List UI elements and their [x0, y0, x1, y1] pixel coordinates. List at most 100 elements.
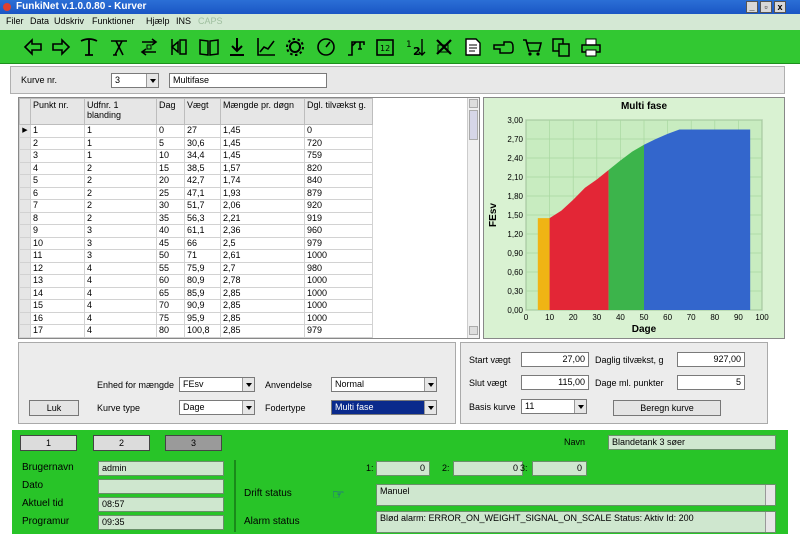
pointer-icon[interactable] [492, 36, 514, 58]
table-row[interactable]: 13 4 60 80,9 2,78 1000 [19, 274, 373, 288]
curve-number-select[interactable]: 3 [111, 73, 159, 88]
table-cell[interactable]: 2,85 [220, 336, 305, 338]
close-button[interactable]: x [774, 1, 786, 13]
table-cell[interactable]: 4 [84, 274, 157, 288]
row-indicator[interactable] [19, 224, 31, 238]
table-cell[interactable]: 10 [156, 149, 185, 163]
table-row[interactable]: ▶ 1 1 0 27 1,45 0 [19, 124, 373, 138]
table-row[interactable]: 4 2 15 38,5 1,57 820 [19, 161, 373, 175]
table-cell[interactable]: 30,6 [184, 136, 221, 150]
table-row[interactable]: 3 1 10 34,4 1,45 759 [19, 149, 373, 163]
table-row[interactable]: 14 4 65 85,9 2,85 1000 [19, 286, 373, 300]
table-cell[interactable]: 105,8 [184, 336, 221, 338]
arrow-right-icon[interactable] [50, 36, 72, 58]
table-row[interactable]: 12 4 55 75,9 2,7 980 [19, 261, 373, 275]
table-row[interactable]: 7 2 30 51,7 2,06 920 [19, 199, 373, 213]
row-indicator[interactable] [19, 161, 31, 175]
kurvetype-select[interactable]: Dage [179, 400, 255, 415]
table-cell[interactable]: 40 [156, 224, 185, 238]
table-cell[interactable]: 71 [184, 249, 221, 263]
luk-button[interactable]: Luk [29, 400, 79, 416]
table-cell[interactable]: 2 [84, 174, 157, 188]
row-indicator[interactable] [19, 299, 31, 313]
table-cell[interactable]: 11 [30, 249, 85, 263]
table-cell[interactable]: 2,85 [220, 286, 305, 300]
table-cell[interactable]: 1,93 [220, 186, 305, 200]
cart-icon[interactable] [521, 36, 543, 58]
menu-funktioner[interactable]: Funktioner [92, 16, 135, 26]
download-icon[interactable] [226, 36, 248, 58]
table-cell[interactable]: 759 [304, 149, 373, 163]
row-indicator[interactable] [19, 136, 31, 150]
tab-2[interactable]: 2 [93, 435, 150, 451]
basis-kurve-select[interactable]: 11 [521, 399, 587, 414]
table-cell[interactable]: 1000 [304, 311, 373, 325]
chevron-down-icon[interactable] [146, 74, 158, 87]
anvendelse-select[interactable]: Normal [331, 377, 437, 392]
table-cell[interactable]: 8 [30, 211, 85, 225]
table-cell[interactable]: 2,61 [220, 249, 305, 263]
table-row[interactable]: 8 2 35 56,3 2,21 919 [19, 211, 373, 225]
table-cell[interactable]: 1 [84, 136, 157, 150]
row-indicator[interactable] [19, 274, 31, 288]
scroll-thumb[interactable] [469, 110, 478, 140]
dage-ml-punkter-input[interactable]: 5 [677, 375, 745, 390]
col-header-tilvaekst[interactable]: Dgl. tilvækst g. [304, 98, 373, 125]
table-cell[interactable]: 4 [84, 311, 157, 325]
gear-icon[interactable] [284, 36, 306, 58]
table-scrollbar[interactable] [467, 98, 479, 338]
table-cell[interactable]: 1000 [304, 286, 373, 300]
table-cell[interactable]: 879 [304, 186, 373, 200]
table-cell[interactable]: 920 [304, 199, 373, 213]
table-cell[interactable]: 61,1 [184, 224, 221, 238]
table-cell[interactable]: 34,4 [184, 149, 221, 163]
table-row[interactable]: 17 4 80 100,8 2,85 979 [19, 324, 373, 338]
table-row[interactable]: 2 1 5 30,6 1,45 720 [19, 136, 373, 150]
table-cell[interactable]: 100,8 [184, 324, 221, 338]
table-cell[interactable]: 5 [156, 136, 185, 150]
table-cell[interactable]: 60 [156, 274, 185, 288]
table-cell[interactable]: 65 [156, 286, 185, 300]
table-cell[interactable]: 51,7 [184, 199, 221, 213]
table-cell[interactable]: 16 [30, 311, 85, 325]
table-cell[interactable]: 80,9 [184, 274, 221, 288]
table-cell[interactable]: 2,85 [220, 311, 305, 325]
table-cell[interactable]: 1,57 [220, 161, 305, 175]
table-cell[interactable]: 0 [156, 124, 185, 138]
table-cell[interactable]: 4 [84, 324, 157, 338]
table-cell[interactable]: 15 [30, 299, 85, 313]
fodertype-select[interactable]: Multi fase [331, 400, 437, 415]
table-cell[interactable]: 18 [30, 336, 85, 338]
menu-hjaelp[interactable]: Hjælp [146, 16, 170, 26]
book-icon[interactable] [198, 36, 220, 58]
table-cell[interactable]: 15 [156, 161, 185, 175]
table-row[interactable]: 5 2 20 42,7 1,74 840 [19, 174, 373, 188]
row-indicator[interactable] [19, 174, 31, 188]
table-cell[interactable]: 3 [84, 249, 157, 263]
table-cell[interactable]: 2,78 [220, 274, 305, 288]
menu-udskriv[interactable]: Udskriv [54, 16, 84, 26]
curve-name-input[interactable]: Multifase [169, 73, 327, 88]
table-cell[interactable]: 4 [84, 299, 157, 313]
table-cell[interactable]: 979 [304, 324, 373, 338]
table-cell[interactable]: 1,74 [220, 174, 305, 188]
row-indicator[interactable] [19, 199, 31, 213]
pickaxe-icon[interactable] [78, 36, 100, 58]
table-cell[interactable]: 66 [184, 236, 221, 250]
row-indicator[interactable] [19, 211, 31, 225]
table-cell[interactable]: 27 [184, 124, 221, 138]
table-cell[interactable]: 4 [30, 161, 85, 175]
table-cell[interactable]: 30 [156, 199, 185, 213]
sort-icon[interactable]: 12 [404, 36, 426, 58]
table-cell[interactable]: 4 [84, 336, 157, 338]
table-cell[interactable]: 2,36 [220, 224, 305, 238]
calendar-icon[interactable]: 12 [374, 36, 396, 58]
tab-1[interactable]: 1 [20, 435, 77, 451]
table-cell[interactable]: 1000 [304, 274, 373, 288]
table-cell[interactable]: 85,9 [184, 286, 221, 300]
table-cell[interactable]: 7 [30, 199, 85, 213]
start-vaegt-input[interactable]: 27,00 [521, 352, 589, 367]
col-header-punkt[interactable]: Punkt nr. [30, 98, 85, 125]
row-indicator[interactable] [19, 286, 31, 300]
table-cell[interactable]: 10 [30, 236, 85, 250]
